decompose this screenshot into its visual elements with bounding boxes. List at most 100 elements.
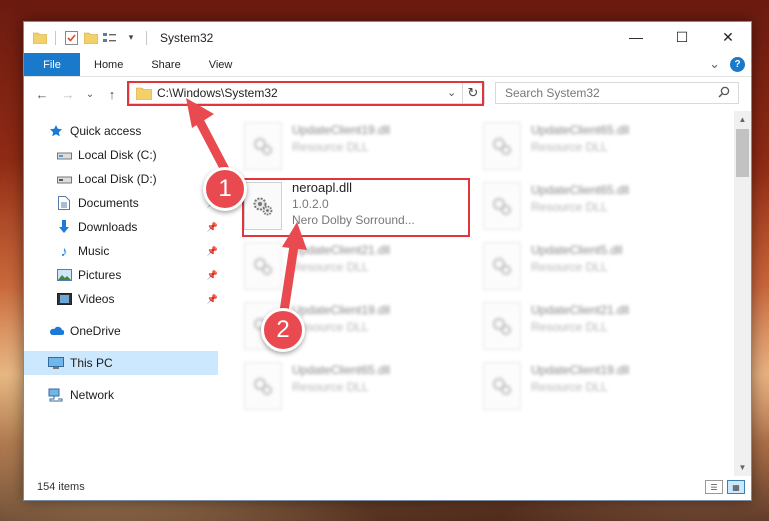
minimize-button[interactable]: — [613, 22, 659, 52]
file-name: UpdateClient19.dll [292, 123, 391, 137]
file-name: UpdateClient5.dll [531, 243, 623, 257]
sidebar-item-label: Network [70, 388, 115, 402]
dll-file-icon [244, 362, 282, 410]
file-description: Resource DLL [531, 200, 608, 214]
search-box[interactable]: Search System32 [495, 82, 739, 104]
list-item[interactable]: UpdateClient5.dll Resource DLL [483, 239, 713, 295]
pin-icon[interactable]: 📌 [207, 222, 218, 233]
file-name: UpdateClient21.dll [531, 303, 630, 317]
file-highlight [242, 178, 470, 237]
dll-file-icon [483, 242, 521, 290]
drive-icon [56, 147, 72, 163]
file-name: UpdateClient19.dll [531, 363, 630, 377]
scroll-up-arrow-icon[interactable]: ▲ [734, 111, 751, 128]
search-icon[interactable] [718, 86, 738, 101]
tiles-view-icon[interactable]: ▦ [727, 480, 745, 494]
quick-access-toolbar: ▾ System32 [24, 30, 213, 46]
window-controls: — ☐ ✕ [613, 22, 751, 52]
sidebar-item-this-pc[interactable]: This PC [24, 351, 218, 375]
help-icon[interactable]: ? [730, 56, 745, 72]
file-name: UpdateClient19.dll [292, 303, 391, 317]
star-icon [48, 123, 64, 139]
details-view-icon[interactable]: ☰ [705, 480, 723, 494]
window-title: System32 [160, 30, 214, 45]
cloud-icon [48, 323, 64, 339]
network-icon [48, 387, 64, 403]
sidebar-item-label: This PC [70, 356, 113, 370]
dll-file-icon [244, 122, 282, 170]
forward-button[interactable]: → [58, 87, 78, 102]
list-item[interactable]: UpdateClient21.dll Resource DLL [244, 239, 474, 295]
back-button[interactable]: ← [32, 87, 52, 102]
view-toggle: ☰ ▦ [705, 480, 745, 494]
download-icon [56, 219, 72, 235]
sidebar-item-label: OneDrive [70, 324, 121, 338]
sidebar-item-local-disk-c[interactable]: Local Disk (C:) [56, 143, 218, 167]
main-content: Quick access Local Disk (C:) Local Disk … [24, 111, 751, 476]
sidebar-item-label: Videos [78, 292, 115, 306]
list-item[interactable]: UpdateClient65.dll Resource DLL [483, 119, 713, 175]
sidebar-item-local-disk-d[interactable]: Local Disk (D:) [56, 167, 218, 191]
title-bar: ▾ System32 — ☐ ✕ [24, 22, 751, 53]
pictures-icon [56, 267, 72, 283]
sidebar-item-label: Local Disk (D:) [78, 172, 157, 186]
list-item[interactable]: UpdateClient19.dll Resource DLL [244, 119, 474, 175]
search-input[interactable]: Search System32 [505, 86, 718, 100]
videos-icon [56, 291, 72, 307]
dll-file-icon [483, 362, 521, 410]
tab-share[interactable]: Share [137, 53, 194, 76]
scrollbar-thumb[interactable] [736, 129, 749, 177]
item-count: 154 items [37, 481, 85, 493]
sidebar-item-label: Music [78, 244, 110, 258]
list-item[interactable]: UpdateClient65.dll Resource DLL [483, 179, 713, 235]
tab-home[interactable]: Home [80, 53, 137, 76]
sidebar-item-network[interactable]: Network [48, 383, 218, 407]
pc-icon [48, 355, 64, 371]
up-button[interactable]: ↑ [102, 87, 122, 102]
file-description: Resource DLL [531, 260, 608, 274]
new-folder-icon[interactable] [83, 30, 99, 46]
properties-icon[interactable] [63, 30, 79, 46]
pin-icon[interactable]: 📌 [207, 270, 218, 281]
dll-file-icon [483, 302, 521, 350]
sidebar-item-music[interactable]: ♪ Music 📌 [56, 239, 219, 263]
file-description: Resource DLL [531, 320, 608, 334]
address-bar-highlight [127, 81, 484, 106]
step-2-badge: 2 [261, 308, 305, 352]
tab-file[interactable]: File [24, 53, 80, 76]
list-item[interactable]: UpdateClient21.dll Resource DLL [483, 299, 713, 355]
step-1-badge: 1 [203, 167, 247, 211]
dll-file-icon [483, 182, 521, 230]
tab-view[interactable]: View [195, 53, 247, 76]
sidebar-item-quick-access[interactable]: Quick access [48, 119, 218, 143]
maximize-button[interactable]: ☐ [659, 22, 705, 52]
file-description: Resource DLL [292, 320, 369, 334]
sidebar-item-videos[interactable]: Videos 📌 [56, 287, 218, 311]
sidebar-item-pictures[interactable]: Pictures 📌 [56, 263, 218, 287]
customize-toolbar-icon[interactable]: ▾ [123, 30, 139, 46]
sidebar-item-label: Local Disk (C:) [78, 148, 157, 162]
list-item[interactable]: UpdateClient19.dll Resource DLL [483, 359, 713, 415]
sidebar-item-onedrive[interactable]: OneDrive [48, 319, 218, 343]
pin-icon[interactable]: 📌 [207, 246, 218, 257]
file-description: Resource DLL [292, 260, 369, 274]
music-icon: ♪ [60, 243, 68, 259]
toolbar-separator [146, 30, 147, 45]
file-description: Resource DLL [292, 140, 369, 154]
view-options-icon[interactable] [103, 30, 119, 46]
dll-file-icon [483, 122, 521, 170]
list-item[interactable]: UpdateClient65.dll Resource DLL [244, 359, 474, 415]
sidebar-item-downloads[interactable]: Downloads 📌 [56, 215, 218, 239]
file-description: Resource DLL [531, 140, 608, 154]
file-name: UpdateClient65.dll [531, 123, 630, 137]
expand-ribbon-icon[interactable]: ⌄ [709, 56, 720, 72]
file-name: UpdateClient65.dll [531, 183, 630, 197]
sidebar-item-label: Documents [78, 196, 139, 210]
pin-icon[interactable]: 📌 [207, 294, 218, 305]
vertical-scrollbar[interactable]: ▲ ▼ [734, 111, 751, 476]
close-button[interactable]: ✕ [705, 22, 751, 52]
recent-locations-button[interactable]: ⌄ [80, 89, 100, 100]
sidebar-item-label: Downloads [78, 220, 138, 234]
sidebar-item-label: Quick access [70, 124, 142, 138]
sidebar-item-documents[interactable]: Documents 📌 [56, 191, 218, 215]
